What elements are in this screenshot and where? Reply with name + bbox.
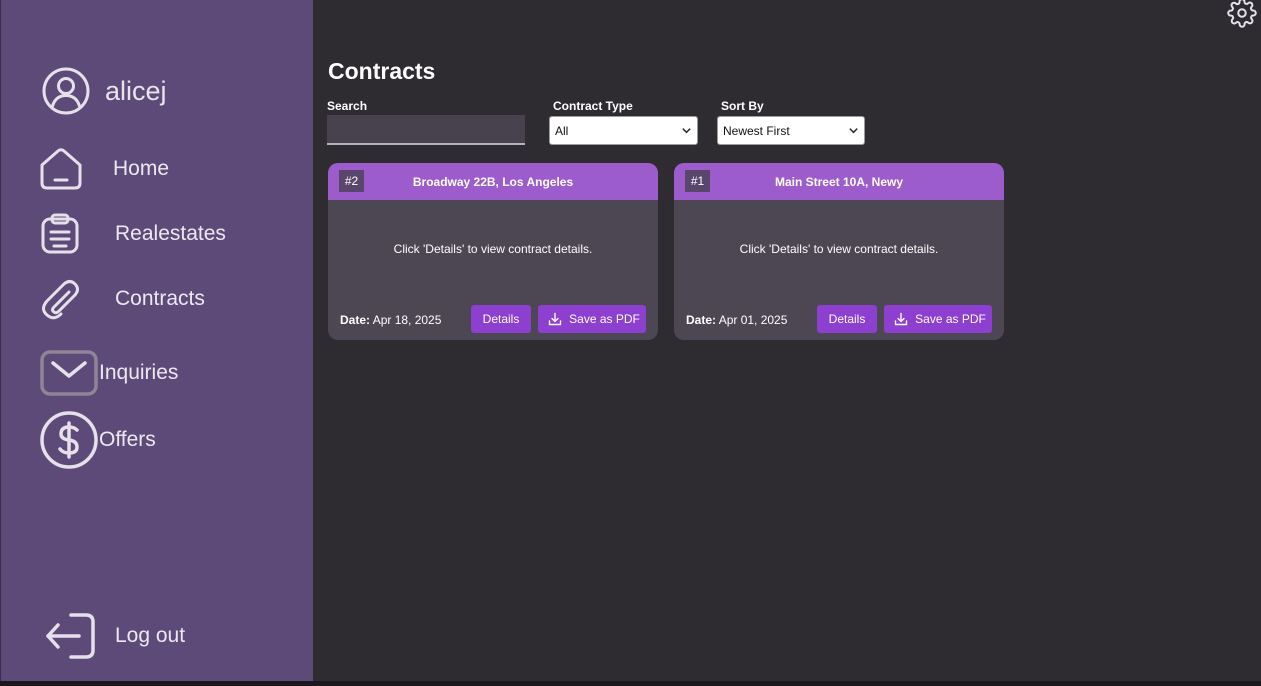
sidebar-item-offers[interactable]: Offers — [39, 410, 156, 470]
sidebar-item-label: Inquiries — [99, 361, 179, 384]
contract-date: Date: Apr 01, 2025 — [686, 313, 787, 327]
download-icon — [548, 312, 562, 326]
user-avatar-icon — [42, 67, 90, 115]
sort-by-value: Newest First — [723, 123, 790, 138]
sidebar-item-label: Offers — [99, 428, 156, 451]
sidebar-item-label: Home — [113, 157, 170, 180]
sidebar-item-realestates[interactable]: Realestates — [39, 213, 226, 255]
details-button[interactable]: Details — [817, 305, 877, 333]
save-pdf-label: Save as PDF — [915, 312, 986, 326]
save-pdf-button[interactable]: Save as PDF — [538, 305, 646, 333]
chevron-down-icon — [682, 128, 691, 134]
contract-date-label: Date: — [340, 313, 371, 327]
clipboard-icon — [39, 213, 115, 255]
sort-by-select[interactable]: Newest First — [717, 116, 865, 145]
window-bottom-edge — [0, 681, 1261, 686]
sidebar-item-inquiries[interactable]: Inquiries — [39, 348, 178, 398]
search-input[interactable] — [327, 115, 525, 145]
username: alicej — [105, 75, 167, 106]
app-window: alicej Home Realestates Contracts Inquir… — [0, 0, 1261, 681]
contract-card: #1 Main Street 10A, Newy Click 'Details'… — [674, 163, 1004, 340]
contract-card: #2 Broadway 22B, Los Angeles Click 'Deta… — [328, 163, 658, 340]
contract-date-value: Apr 01, 2025 — [718, 313, 788, 327]
sidebar-item-home[interactable]: Home — [39, 147, 169, 191]
paperclip-icon — [39, 278, 115, 320]
sidebar-item-label: Contracts — [115, 287, 205, 310]
contract-type-value: All — [555, 123, 569, 138]
details-button[interactable]: Details — [471, 305, 531, 333]
contract-card-header: #2 Broadway 22B, Los Angeles — [328, 163, 658, 200]
contract-id-badge: #1 — [685, 170, 710, 192]
contract-date: Date: Apr 18, 2025 — [340, 313, 441, 327]
contract-title: Main Street 10A, Newy — [774, 174, 904, 189]
contract-id-badge: #2 — [339, 170, 364, 192]
contract-title: Broadway 22B, Los Angeles — [412, 174, 574, 189]
contract-card-header: #1 Main Street 10A, Newy — [674, 163, 1004, 200]
logout-label: Log out — [115, 624, 186, 647]
chevron-down-icon — [849, 128, 858, 134]
page-title: Contracts — [328, 58, 436, 84]
user-profile[interactable]: alicej — [41, 67, 167, 115]
home-icon — [39, 147, 113, 191]
save-pdf-button[interactable]: Save as PDF — [884, 305, 992, 333]
settings-button[interactable] — [1227, 0, 1257, 28]
contract-date-value: Apr 18, 2025 — [372, 313, 442, 327]
sidebar-item-label: Realestates — [115, 222, 226, 245]
logout-button[interactable]: Log out — [45, 612, 185, 660]
save-pdf-label: Save as PDF — [569, 312, 640, 326]
contract-type-label: Contract Type — [553, 99, 633, 113]
sort-by-label: Sort By — [721, 99, 764, 113]
search-label: Search — [327, 99, 368, 113]
gear-icon — [1227, 0, 1257, 28]
contract-type-select[interactable]: All — [549, 116, 698, 145]
download-icon — [894, 312, 908, 326]
contract-date-label: Date: — [686, 313, 717, 327]
contract-message: Click 'Details' to view contract details… — [739, 242, 939, 256]
sidebar: alicej Home Realestates Contracts Inquir… — [0, 0, 313, 681]
logout-icon — [45, 612, 115, 660]
sidebar-item-contracts[interactable]: Contracts — [39, 278, 205, 320]
contract-message: Click 'Details' to view contract details… — [393, 242, 593, 256]
